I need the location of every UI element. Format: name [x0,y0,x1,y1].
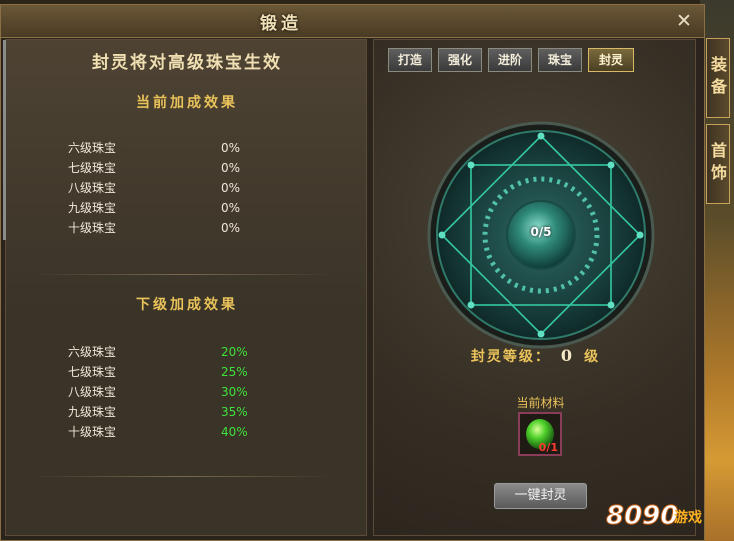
seal-level-label: 封灵等级： [470,349,551,365]
panel-title: 封灵将对高级珠宝生效 [92,53,282,73]
bonus-value: 0% [221,201,241,215]
current-bonus-row: 九级珠宝 0% [6,198,368,218]
svg-text:8090: 8090 [606,501,678,531]
next-bonus-row: 八级珠宝 30% [6,382,368,402]
jewel-level-label: 七级珠宝 [68,365,117,379]
material-count: 0/1 [538,441,558,454]
section-divider [30,274,336,275]
forge-window: 锻造 ✕ 封灵将对高级珠宝生效 当前加成效果 六级珠宝 0% 七级珠宝 0% 八级珠… [0,4,705,541]
current-bonus-row: 七级珠宝 0% [6,158,368,178]
window-title: 锻造 [260,14,302,34]
side-tab-equipment[interactable]: 装备 [706,38,730,118]
next-bonus-row: 七级珠宝 25% [6,362,368,382]
bonus-value: 0% [221,181,241,195]
next-bonus-heading: 下级加成效果 [136,297,238,313]
next-bonus-row: 九级珠宝 35% [6,402,368,422]
bonus-value: 0% [221,161,241,175]
seal-level-value: 0 [560,346,575,365]
next-bonus-row: 十级珠宝 40% [6,422,368,442]
jewel-level-label: 十级珠宝 [68,221,117,235]
jewel-level-label: 八级珠宝 [68,385,117,399]
jewel-level-label: 八级珠宝 [68,181,117,195]
svg-text:游戏: 游戏 [674,509,702,526]
current-bonus-row: 十级珠宝 0% [6,218,368,238]
next-bonus-row: 六级珠宝 20% [6,342,368,362]
bonus-value: 0% [221,221,241,235]
tab-forge[interactable]: 打造 [388,48,432,72]
jewel-level-label: 九级珠宝 [68,201,117,215]
current-bonus-row: 六级珠宝 0% [6,138,368,158]
jewel-level-label: 九级珠宝 [68,405,117,419]
seal-array: 0/5 [424,118,658,352]
seal-level: 封灵等级： 0 级 [374,346,697,366]
close-icon: ✕ [676,10,692,32]
bonus-value: 40% [221,425,248,439]
current-bonus-row: 八级珠宝 0% [6,178,368,198]
tab-jewel[interactable]: 珠宝 [538,48,582,72]
jewel-level-label: 六级珠宝 [68,141,117,155]
seal-progress: 0/5 [530,225,552,239]
seal-level-unit: 级 [584,349,601,365]
jewel-level-label: 六级珠宝 [68,345,117,359]
side-tab-accessory[interactable]: 首饰 [706,124,730,204]
tab-advance[interactable]: 进阶 [488,48,532,72]
material-label: 当前材料 [516,396,565,410]
bonus-value: 35% [221,405,248,419]
section-divider [30,476,336,477]
jewel-level-label: 七级珠宝 [68,161,117,175]
bonus-value: 30% [221,385,248,399]
tab-enhance[interactable]: 强化 [438,48,482,72]
site-watermark-logo: 8090 游戏 [606,501,703,532]
tab-seal[interactable]: 封灵 [588,48,634,72]
current-bonus-heading: 当前加成效果 [136,95,238,111]
seal-panel: 打造 强化 进阶 珠宝 封灵 0/5 封灵等级： 0 级 当前材料 0/1 一键… [373,39,696,536]
bonus-panel: 封灵将对高级珠宝生效 当前加成效果 六级珠宝 0% 七级珠宝 0% 八级珠宝 0% 九… [3,39,368,536]
material-slot[interactable]: 0/1 [518,412,562,456]
bonus-value: 0% [221,141,241,155]
one-click-seal-button[interactable]: 一键封灵 [494,483,587,509]
jewel-level-label: 十级珠宝 [68,425,117,439]
bonus-value: 20% [221,345,248,359]
bonus-value: 25% [221,365,248,379]
close-button[interactable]: ✕ [672,10,696,32]
title-bar[interactable]: 锻造 ✕ [1,5,704,38]
